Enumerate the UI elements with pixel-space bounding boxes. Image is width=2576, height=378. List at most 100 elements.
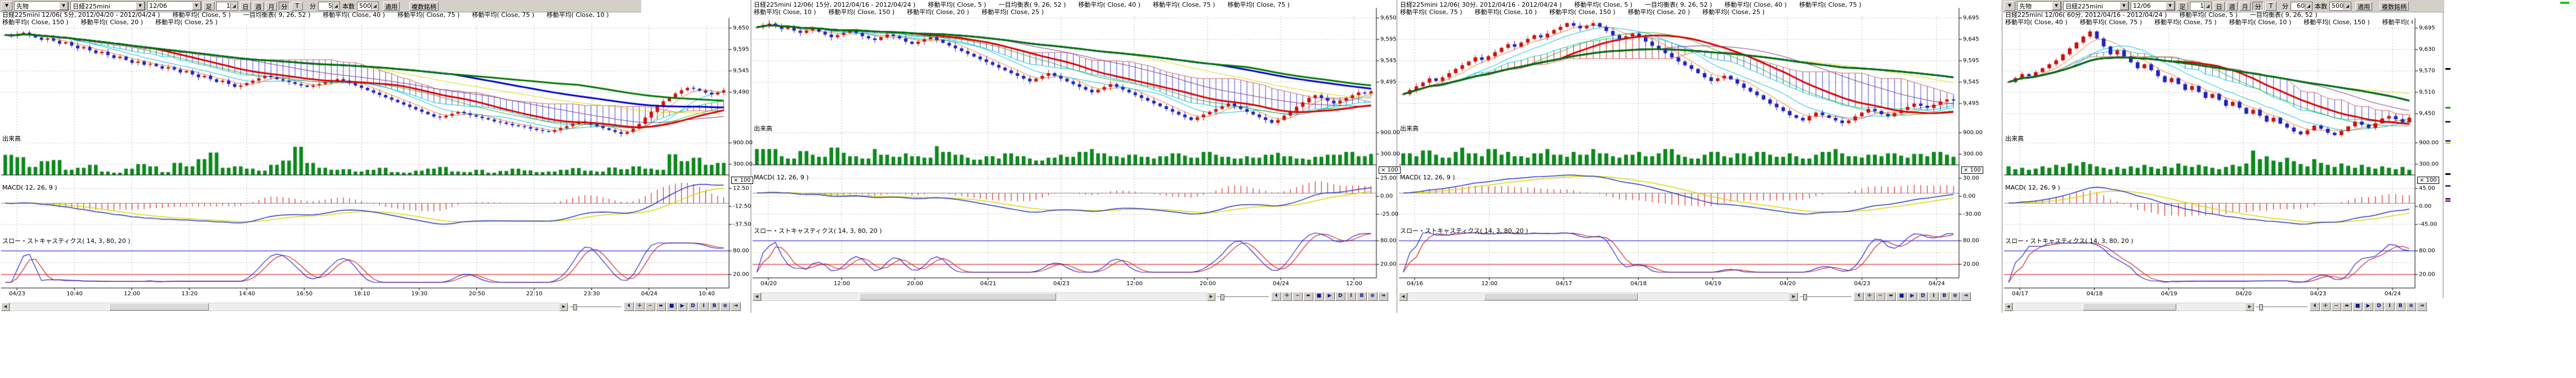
zoom-slider[interactable]: [1217, 293, 1269, 300]
play-button[interactable]: ▶: [2363, 302, 2373, 311]
scroll-right-arrow[interactable]: ▶: [2246, 303, 2254, 311]
zoom-slider-handle[interactable]: [573, 304, 577, 310]
zoom-slider-handle[interactable]: [1220, 294, 1224, 300]
period-tick-button[interactable]: T: [2265, 2, 2277, 11]
zoom-in-button[interactable]: ＋: [1864, 292, 1875, 301]
stop-button[interactable]: ■: [667, 302, 677, 311]
period-daily-button[interactable]: 日: [2213, 2, 2225, 11]
scrollbar-thumb[interactable]: [860, 293, 1057, 300]
scroll-left-arrow[interactable]: ◀: [1, 303, 10, 311]
window-menu-dropdown[interactable]: ▼: [2004, 1, 2015, 11]
zoom-out-button[interactable]: −: [645, 302, 655, 311]
scroll-start-button[interactable]: ⏴: [1854, 292, 1864, 301]
zoom-out-button[interactable]: −: [2331, 302, 2341, 311]
stop-button[interactable]: ■: [1314, 292, 1324, 301]
scroll-left-arrow[interactable]: ◀: [2004, 303, 2012, 311]
play-button[interactable]: ▶: [677, 302, 687, 311]
period-minute-button[interactable]: 分: [279, 2, 290, 11]
stoch-pane-label: スロー・ストキャスティクス( 14, 3, 80, 20 ): [1400, 226, 1528, 235]
crosshair-button[interactable]: ⊕: [1367, 292, 1378, 301]
scrollbar-track[interactable]: [2012, 303, 2246, 311]
scrollbar-track[interactable]: [10, 303, 560, 311]
play-button[interactable]: ▶: [1907, 292, 1917, 301]
draw-mode-button[interactable]: D: [2374, 302, 2384, 311]
scroll-right-arrow[interactable]: ▶: [1207, 292, 1215, 301]
zoom-in-button[interactable]: ＋: [1282, 292, 1292, 301]
interval-spinner[interactable]: 60 ◢: [2291, 2, 2313, 11]
bar-type-button[interactable]: 足: [2177, 2, 2188, 11]
crosshair-button[interactable]: ⊕: [1950, 292, 1960, 301]
category-select[interactable]: 先物 ▼: [2017, 1, 2061, 11]
scroll-right-arrow[interactable]: ▶: [560, 303, 568, 311]
scroll-end-button[interactable]: ⇥: [2417, 302, 2427, 311]
scroll-end-button[interactable]: ⇥: [1378, 292, 1388, 301]
apply-button[interactable]: 適用: [383, 2, 400, 11]
zoom-in-button[interactable]: ＋: [2320, 302, 2331, 311]
fit-width-button[interactable]: ⬌: [1303, 292, 1313, 301]
crosshair-button[interactable]: ⊕: [2406, 302, 2416, 311]
zoom-slider-handle[interactable]: [2259, 304, 2263, 310]
period-minute-button[interactable]: 分: [2252, 2, 2264, 11]
fit-width-button[interactable]: ⬌: [1886, 292, 1896, 301]
count-spinner[interactable]: 500 ◢: [357, 2, 379, 11]
period-monthly-button[interactable]: 月: [2239, 2, 2251, 11]
stop-button[interactable]: ■: [1897, 292, 1907, 301]
draw-mode-button[interactable]: D: [688, 302, 698, 311]
count-spinner[interactable]: 500 ◢: [2329, 2, 2351, 11]
scrollbar-thumb[interactable]: [2083, 303, 2177, 310]
scroll-left-arrow[interactable]: ◀: [753, 292, 761, 301]
fit-width-button[interactable]: ⬌: [2342, 302, 2352, 311]
scroll-start-button[interactable]: ⏴: [2310, 302, 2320, 311]
indicator-button[interactable]: I: [1929, 292, 1939, 301]
interval-spinner[interactable]: 5 ◢: [318, 2, 340, 11]
multi-symbol-button[interactable]: 複数銘柄: [2380, 2, 2409, 11]
contract-select[interactable]: 12/06 ▼: [2131, 1, 2175, 11]
zoom-slider[interactable]: [1800, 293, 1852, 300]
period-weekly-button[interactable]: 週: [2226, 2, 2238, 11]
bar-style-button[interactable]: B: [1939, 292, 1949, 301]
scroll-start-button[interactable]: ⏴: [1271, 292, 1281, 301]
indicator-button[interactable]: I: [1346, 292, 1356, 301]
draw-mode-button[interactable]: D: [1335, 292, 1345, 301]
zoom-out-button[interactable]: −: [1875, 292, 1885, 301]
bar-style-button[interactable]: B: [709, 302, 719, 311]
apply-button[interactable]: 適用: [2355, 2, 2372, 11]
stop-button[interactable]: ■: [2353, 302, 2363, 311]
window-menu-dropdown[interactable]: ▼: [1, 1, 12, 11]
zoom-in-button[interactable]: ＋: [634, 302, 645, 311]
zoom-slider[interactable]: [2256, 303, 2307, 310]
crosshair-button[interactable]: ⊕: [720, 302, 730, 311]
scroll-end-button[interactable]: ⇥: [731, 302, 741, 311]
fit-width-button[interactable]: ⬌: [656, 302, 666, 311]
indicator-button[interactable]: I: [699, 302, 709, 311]
zoom-out-button[interactable]: −: [1293, 292, 1303, 301]
multi-symbol-button[interactable]: 複数銘柄: [409, 2, 439, 11]
zoom-slider-handle[interactable]: [1803, 294, 1807, 300]
scrollbar-thumb[interactable]: [109, 303, 209, 310]
play-button[interactable]: ▶: [1325, 292, 1335, 301]
symbol-select[interactable]: 日経225mini ▼: [70, 1, 145, 11]
scrollbar-track[interactable]: [1407, 292, 1790, 301]
price-axis-tick: 9,545: [733, 68, 749, 74]
scrollbar-thumb[interactable]: [1484, 293, 1638, 300]
contract-select[interactable]: 12/06 ▼: [147, 1, 202, 11]
scroll-end-button[interactable]: ⇥: [1961, 292, 1971, 301]
bar-type-button[interactable]: 足: [203, 2, 214, 11]
period-monthly-button[interactable]: 月: [266, 2, 277, 11]
scroll-start-button[interactable]: ⏴: [624, 302, 634, 311]
category-select[interactable]: 先物 ▼: [14, 1, 69, 11]
bar-value-spinner[interactable]: 1 ◢: [2190, 2, 2212, 11]
symbol-select[interactable]: 日経225mini ▼: [2063, 1, 2129, 11]
period-weekly-button[interactable]: 週: [253, 2, 264, 11]
zoom-slider[interactable]: [570, 303, 621, 310]
bar-style-button[interactable]: B: [2395, 302, 2405, 311]
scroll-left-arrow[interactable]: ◀: [1399, 292, 1407, 301]
period-daily-button[interactable]: 日: [240, 2, 251, 11]
draw-mode-button[interactable]: D: [1918, 292, 1928, 301]
bar-style-button[interactable]: B: [1357, 292, 1367, 301]
bar-value-spinner[interactable]: 1 ◢: [216, 2, 238, 11]
period-tick-button[interactable]: T: [292, 2, 303, 11]
scrollbar-track[interactable]: [761, 292, 1207, 301]
indicator-button[interactable]: I: [2385, 302, 2395, 311]
scroll-right-arrow[interactable]: ▶: [1790, 292, 1798, 301]
